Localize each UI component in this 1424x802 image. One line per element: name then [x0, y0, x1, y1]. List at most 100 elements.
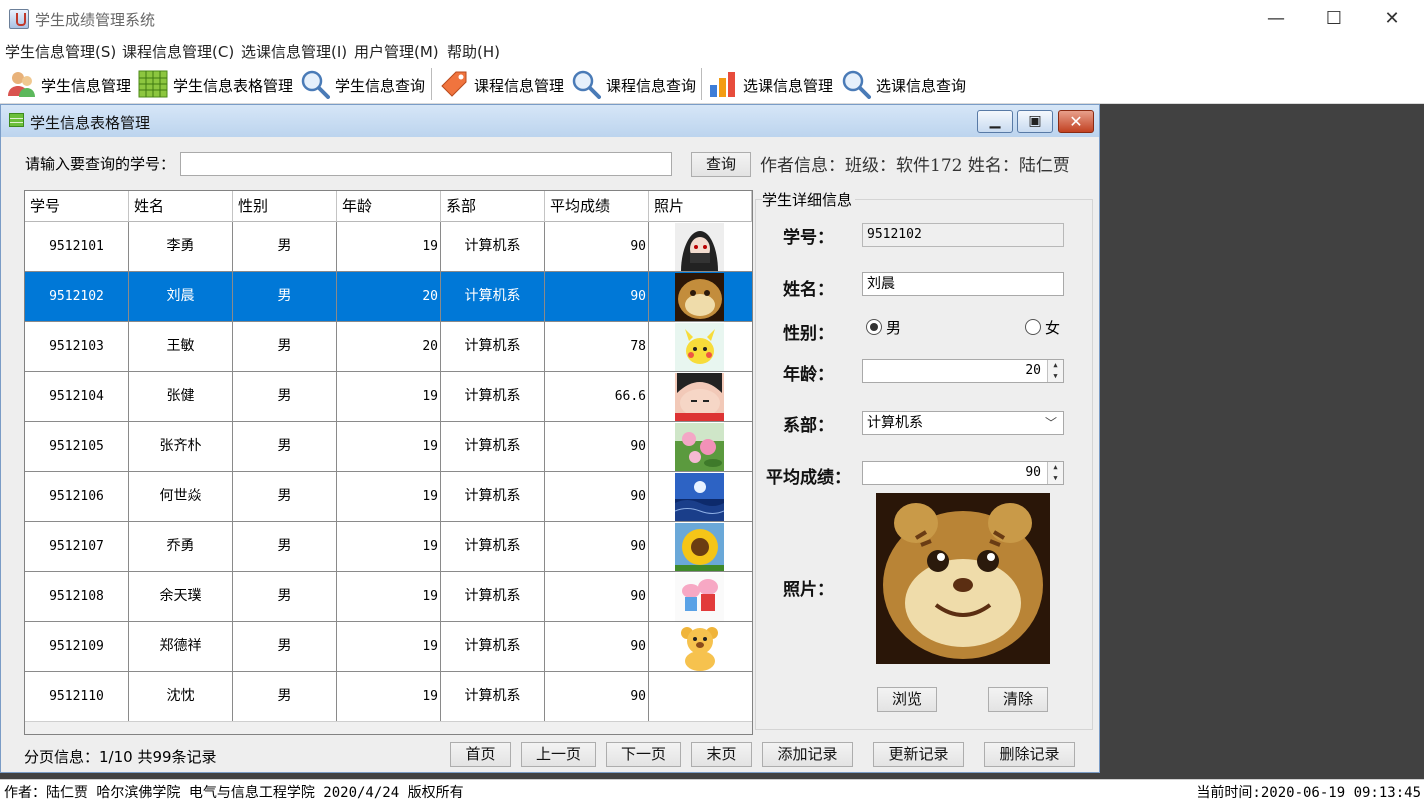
cell-age[interactable]: 19	[337, 622, 441, 672]
cell-gender[interactable]: 男	[233, 372, 337, 422]
cell-name[interactable]: 刘晨	[129, 272, 233, 322]
cell-photo[interactable]	[649, 272, 752, 322]
cell-id[interactable]: 9512104	[25, 372, 129, 422]
update-record-button[interactable]: 更新记录	[873, 742, 964, 767]
prev-page-button[interactable]: 上一页	[521, 742, 596, 767]
cell-score[interactable]: 90	[545, 472, 649, 522]
cell-id[interactable]: 9512106	[25, 472, 129, 522]
table-row[interactable]: 9512108 余天璞男 19 计算机系 90	[25, 572, 752, 622]
cell-age[interactable]: 19	[337, 422, 441, 472]
cell-name[interactable]: 沈忱	[129, 672, 233, 722]
cell-dept[interactable]: 计算机系	[441, 322, 545, 372]
cell-dept[interactable]: 计算机系	[441, 622, 545, 672]
close-button[interactable]: ✕	[1363, 0, 1421, 38]
column-header-id[interactable]: 学号	[25, 191, 129, 222]
cell-age[interactable]: 19	[337, 522, 441, 572]
cell-score[interactable]: 90	[545, 522, 649, 572]
table-row[interactable]: 9512103 王敏男 20 计算机系 78	[25, 322, 752, 372]
cell-score[interactable]: 90	[545, 572, 649, 622]
column-header-score[interactable]: 平均成绩	[545, 191, 649, 222]
table-row[interactable]: 9512107 乔勇男 19 计算机系 90	[25, 522, 752, 572]
menu-help[interactable]: 帮助(H)	[447, 41, 500, 62]
spinner-arrows-icon[interactable]: ▲ ▼	[1047, 462, 1063, 484]
browse-button[interactable]: 浏览	[877, 687, 937, 712]
table-row[interactable]: 9512101 李勇男 19 计算机系 90	[25, 222, 752, 272]
cell-dept[interactable]: 计算机系	[441, 372, 545, 422]
cell-name[interactable]: 王敏	[129, 322, 233, 372]
cell-id[interactable]: 9512103	[25, 322, 129, 372]
minimize-button[interactable]: —	[1247, 0, 1305, 38]
cell-gender[interactable]: 男	[233, 672, 337, 722]
cell-score[interactable]: 78	[545, 322, 649, 372]
cell-photo[interactable]	[649, 572, 752, 622]
cell-photo[interactable]	[649, 622, 752, 672]
cell-gender[interactable]: 男	[233, 622, 337, 672]
cell-name[interactable]: 何世焱	[129, 472, 233, 522]
cell-id[interactable]: 9512105	[25, 422, 129, 472]
first-page-button[interactable]: 首页	[450, 742, 511, 767]
cell-dept[interactable]: 计算机系	[441, 672, 545, 722]
cell-score[interactable]: 90	[545, 222, 649, 272]
cell-id[interactable]: 9512107	[25, 522, 129, 572]
cell-photo[interactable]	[649, 672, 752, 722]
cell-photo[interactable]	[649, 222, 752, 272]
cell-age[interactable]: 19	[337, 222, 441, 272]
cell-score[interactable]: 90	[545, 272, 649, 322]
cell-name[interactable]: 张齐朴	[129, 422, 233, 472]
query-button[interactable]: 查询	[691, 152, 751, 177]
cell-id[interactable]: 9512109	[25, 622, 129, 672]
cell-gender[interactable]: 男	[233, 472, 337, 522]
cell-name[interactable]: 余天璞	[129, 572, 233, 622]
student-id-query-input[interactable]	[180, 152, 672, 176]
cell-name[interactable]: 乔勇	[129, 522, 233, 572]
delete-record-button[interactable]: 删除记录	[984, 742, 1075, 767]
spinner-arrows-icon[interactable]: ▲ ▼	[1047, 360, 1063, 382]
menu-student[interactable]: 学生信息管理(S)	[5, 41, 116, 62]
frame-close-button[interactable]: ✕	[1058, 110, 1094, 133]
cell-dept[interactable]: 计算机系	[441, 222, 545, 272]
cell-age[interactable]: 19	[337, 672, 441, 722]
cell-id[interactable]: 9512110	[25, 672, 129, 722]
gender-male-radio[interactable]	[866, 319, 882, 335]
cell-gender[interactable]: 男	[233, 222, 337, 272]
cell-score[interactable]: 90	[545, 422, 649, 472]
cell-dept[interactable]: 计算机系	[441, 472, 545, 522]
frame-minimize-button[interactable]: ▁	[977, 110, 1013, 133]
cell-age[interactable]: 19	[337, 572, 441, 622]
menu-enrollment[interactable]: 选课信息管理(I)	[241, 41, 347, 62]
table-row[interactable]: 9512102 刘晨男 20 计算机系 90	[25, 272, 752, 322]
cell-name[interactable]: 郑德祥	[129, 622, 233, 672]
cell-dept[interactable]: 计算机系	[441, 522, 545, 572]
cell-score[interactable]: 90	[545, 622, 649, 672]
age-spinner[interactable]: 20 ▲ ▼	[862, 359, 1064, 383]
column-header-dept[interactable]: 系部	[441, 191, 545, 222]
cell-age[interactable]: 20	[337, 322, 441, 372]
score-spinner[interactable]: 90 ▲ ▼	[862, 461, 1064, 485]
cell-photo[interactable]	[649, 372, 752, 422]
column-header-name[interactable]: 姓名	[129, 191, 233, 222]
cell-gender[interactable]: 男	[233, 272, 337, 322]
cell-dept[interactable]: 计算机系	[441, 572, 545, 622]
detail-name-field[interactable]: 刘晨	[862, 272, 1064, 296]
column-header-gender[interactable]: 性别	[233, 191, 337, 222]
table-row[interactable]: 9512106 何世焱男 19 计算机系 90	[25, 472, 752, 522]
cell-id[interactable]: 9512101	[25, 222, 129, 272]
cell-name[interactable]: 李勇	[129, 222, 233, 272]
cell-gender[interactable]: 男	[233, 522, 337, 572]
cell-score[interactable]: 90	[545, 672, 649, 722]
maximize-button[interactable]: ☐	[1305, 0, 1363, 38]
cell-dept[interactable]: 计算机系	[441, 272, 545, 322]
table-row[interactable]: 9512110 沈忱男 19 计算机系 90	[25, 672, 752, 722]
cell-age[interactable]: 19	[337, 372, 441, 422]
table-row[interactable]: 9512109 郑德祥男 19 计算机系 90	[25, 622, 752, 672]
cell-score[interactable]: 66.6	[545, 372, 649, 422]
cell-dept[interactable]: 计算机系	[441, 422, 545, 472]
dept-select[interactable]: 计算机系 ﹀	[862, 411, 1064, 435]
gender-female-radio[interactable]	[1025, 319, 1041, 335]
cell-photo[interactable]	[649, 422, 752, 472]
next-page-button[interactable]: 下一页	[606, 742, 681, 767]
cell-photo[interactable]	[649, 522, 752, 572]
detail-id-field[interactable]: 9512102	[862, 223, 1064, 247]
horizontal-scrollbar[interactable]	[25, 721, 752, 734]
student-table[interactable]: 学号 姓名 性别 年龄 系部 平均成绩 照片 9512101 李勇男 19 计算机系 9…	[24, 190, 753, 735]
